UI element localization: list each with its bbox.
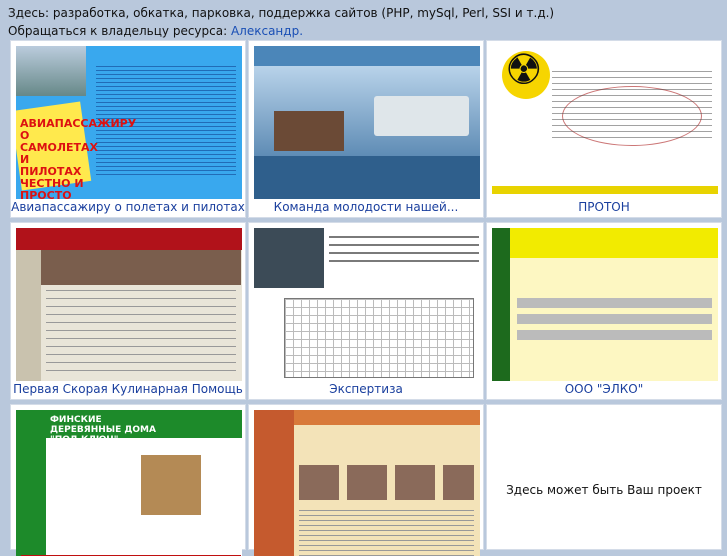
project-thumbnail[interactable]: ФИНСКИЕ ДЕРЕВЯННЫЕ ДОМА "ПОД КЛЮЧ" [16,410,242,556]
project-card-youth-team[interactable]: Команда молодости нашей... [248,40,484,218]
project-card-proton[interactable]: ПРОТОН [486,40,722,218]
green-sidebar [16,438,46,556]
header-contact-prefix: Обращаться к владельцу ресурса: [8,24,231,38]
owner-contact-link[interactable]: Александр. [231,24,303,38]
project-caption-link[interactable]: ПРОТОН [487,200,721,214]
photo-strip [299,465,474,500]
house-photo [141,455,201,515]
menu-boxes [517,298,712,343]
green-sidebar [492,228,510,381]
thumbnail-text-block [299,510,474,556]
orange-header-band [294,410,480,425]
header-contact-line: Обращаться к владельцу ресурса: Александ… [8,22,723,40]
building-photo [254,228,324,288]
thumbnail-text-block [46,290,236,375]
project-thumbnail[interactable] [254,410,480,556]
radiation-icon [502,46,550,99]
airplane-image [16,46,86,96]
people-photo [274,111,344,151]
header-services-text: Здесь: разработка, обкатка, парковка, по… [8,6,555,20]
project-card-aviation[interactable]: АВИАПАССАЖИРУ О САМОЛЕТАХ И ПИЛОТАХ ЧЕСТ… [10,40,246,218]
header-photo [41,250,241,285]
footer-band [492,186,718,194]
thumbnail-text-block [552,71,712,141]
red-header-band [16,228,242,250]
project-card-placeholder: Здесь может быть Ваш проект [486,404,722,550]
thumbnail-banner-text: АВИАПАССАЖИРУ О САМОЛЕТАХ И ПИЛОТАХ ЧЕСТ… [20,117,137,200]
thumbnail-title-block [329,236,479,266]
project-caption-link[interactable]: Экспертиза [249,382,483,396]
your-project-placeholder-text: Здесь может быть Ваш проект [506,483,702,497]
project-thumbnail[interactable] [254,46,480,199]
project-card-expertise[interactable]: Экспертиза [248,222,484,400]
page-header: Здесь: разработка, обкатка, парковка, по… [8,4,723,40]
project-caption-link[interactable]: Первая Скорая Кулинарная Помощь [11,382,245,396]
yellow-header-band [492,228,718,258]
project-thumbnail[interactable] [16,228,242,381]
project-caption-link[interactable]: ООО "ЭЛКО" [487,382,721,396]
ground-band [254,156,480,199]
thumbnail-banner-text: ФИНСКИЕ ДЕРЕВЯННЫЕ ДОМА "ПОД КЛЮЧ" [50,415,156,445]
project-card-hospital[interactable] [248,404,484,556]
project-thumbnail[interactable] [492,228,718,381]
floor-plan-image [284,298,474,378]
project-caption-link[interactable]: Авиапассажиру о полетах и пилотах [11,200,245,214]
project-thumbnail[interactable] [254,228,480,381]
orange-sidebar [254,410,294,556]
project-caption-link[interactable]: Команда молодости нашей... [249,200,483,214]
project-card-culinary[interactable]: Первая Скорая Кулинарная Помощь [10,222,246,400]
wing-image [374,96,469,136]
project-card-finnish-houses[interactable]: ФИНСКИЕ ДЕРЕВЯННЫЕ ДОМА "ПОД КЛЮЧ" [10,404,246,556]
project-thumbnail[interactable] [492,46,718,199]
project-thumbnail[interactable]: АВИАПАССАЖИРУ О САМОЛЕТАХ И ПИЛОТАХ ЧЕСТ… [16,46,242,199]
sidebar-block [16,250,41,381]
project-card-elko[interactable]: ООО "ЭЛКО" [486,222,722,400]
